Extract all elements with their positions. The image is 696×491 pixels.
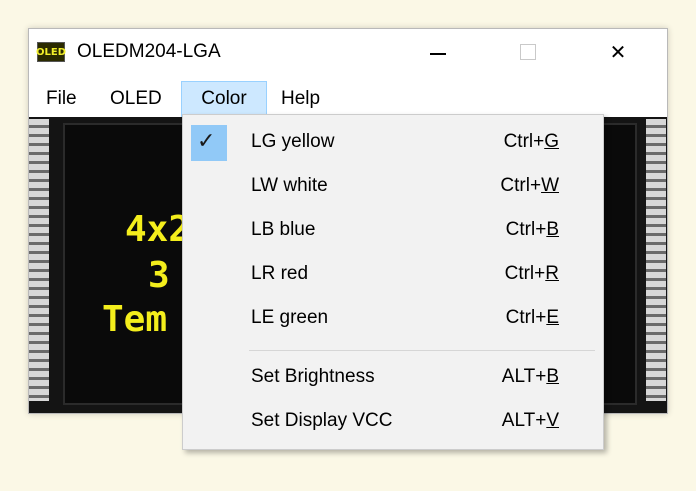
menu-color[interactable]: Color <box>181 81 267 117</box>
minimize-button[interactable] <box>409 29 467 75</box>
menu-item-set-display-vcc[interactable]: Set Display VCC ALT+V <box>185 400 599 444</box>
menu-item-label: Set Brightness <box>251 366 375 387</box>
oled-text-line: Tem <box>102 299 168 340</box>
menu-item-shortcut: Ctrl+B <box>505 219 559 240</box>
oled-text-line: 4x2 <box>125 209 191 250</box>
menu-item-lr-red[interactable]: LR red Ctrl+R <box>185 253 599 297</box>
checkmark-icon: ✓ <box>197 129 216 154</box>
menu-item-label: LW white <box>251 175 328 196</box>
menu-separator <box>249 350 595 351</box>
menu-item-lg-yellow[interactable]: ✓ LG yellow Ctrl+G <box>185 121 599 165</box>
menu-item-shortcut: ALT+V <box>501 410 559 431</box>
menu-item-label: LR red <box>251 263 309 284</box>
menu-item-label: Set Display VCC <box>251 410 393 431</box>
menu-item-le-green[interactable]: LE green Ctrl+E <box>185 297 599 341</box>
menu-oled[interactable]: OLED <box>103 81 169 117</box>
color-dropdown-menu: ✓ LG yellow Ctrl+G LW white Ctrl+W LB bl… <box>182 114 604 450</box>
connector-pins-right <box>646 119 666 401</box>
menu-item-label: LG yellow <box>251 131 335 152</box>
menu-item-shortcut: Ctrl+W <box>500 175 559 196</box>
menu-item-shortcut: Ctrl+R <box>504 263 559 284</box>
menu-item-lw-white[interactable]: LW white Ctrl+W <box>185 165 599 209</box>
menu-item-set-brightness[interactable]: Set Brightness ALT+B <box>185 356 599 400</box>
minimize-icon <box>430 53 446 55</box>
menu-item-shortcut: Ctrl+G <box>503 131 559 152</box>
connector-pins-left <box>29 119 49 401</box>
oled-app-icon: OLED <box>36 42 66 62</box>
menu-help[interactable]: Help <box>274 81 327 117</box>
title-bar[interactable]: OLED OLEDM204-LGA ✕ <box>29 29 667 75</box>
maximize-icon <box>520 44 536 60</box>
menu-item-label: LB blue <box>251 219 316 240</box>
window-title: OLEDM204-LGA <box>77 41 221 62</box>
oled-text-line: 3 <box>148 255 170 296</box>
menu-item-shortcut: ALT+B <box>501 366 559 387</box>
menu-item-label: LE green <box>251 307 329 328</box>
menu-item-lb-blue[interactable]: LB blue Ctrl+B <box>185 209 599 253</box>
close-button[interactable]: ✕ <box>589 29 647 75</box>
menu-file[interactable]: File <box>39 81 84 117</box>
menu-bar: File OLED Color Help <box>29 81 667 117</box>
close-icon: ✕ <box>609 40 627 64</box>
maximize-button[interactable] <box>499 29 557 75</box>
menu-item-shortcut: Ctrl+E <box>505 307 559 328</box>
